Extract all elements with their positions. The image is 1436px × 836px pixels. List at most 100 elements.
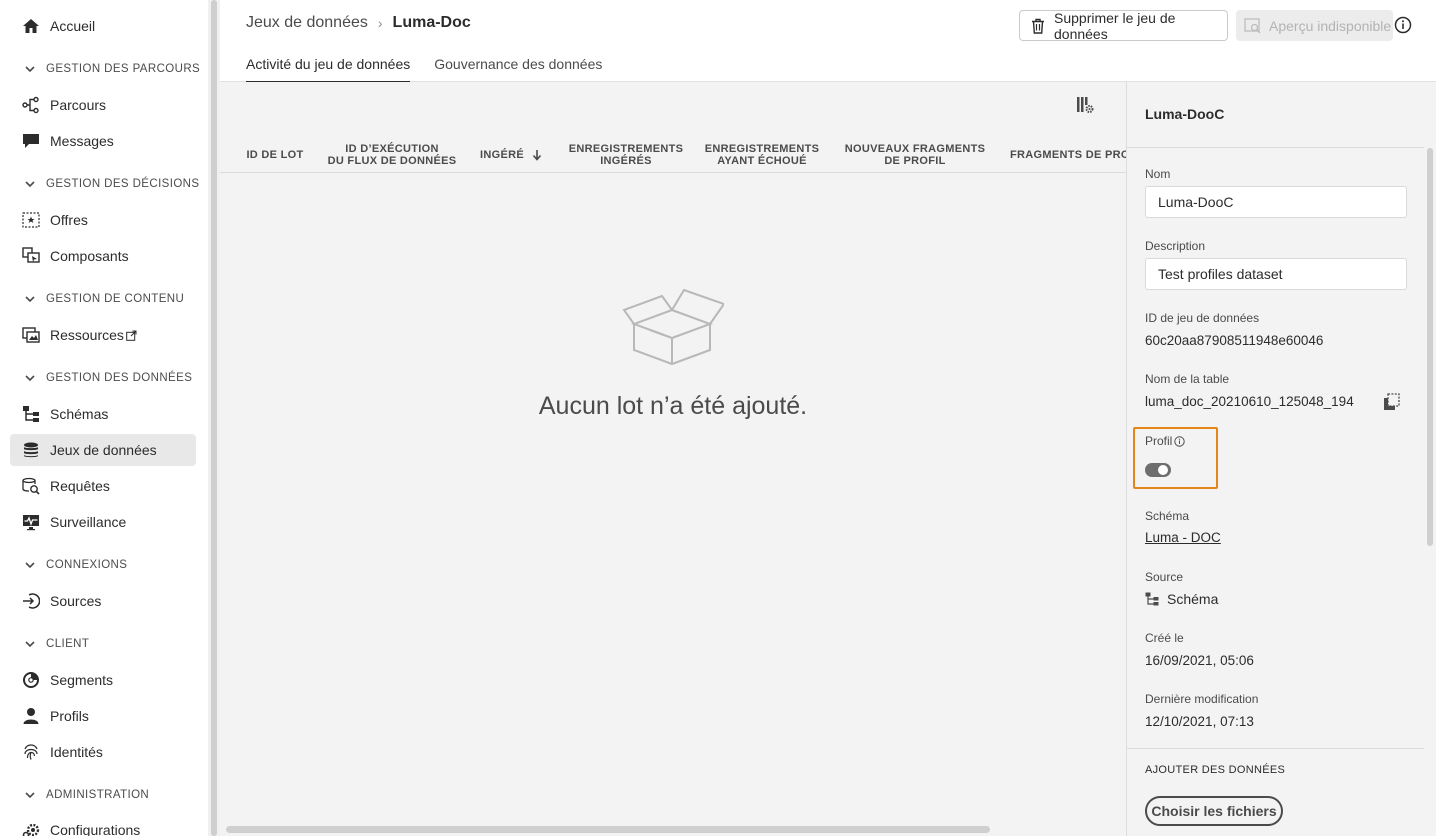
sidebar-item-label: Offres xyxy=(50,212,88,228)
column-header-run-id[interactable]: ID D’EXÉCUTION DU FLUX DE DONNÉES xyxy=(327,138,457,172)
delete-dataset-label: Supprimer le jeu de données xyxy=(1054,9,1176,42)
sidebar-item-label: Composants xyxy=(50,248,129,264)
sidebar-item-label: Sources xyxy=(50,593,102,609)
dataset-properties-panel: Luma-DooC Nom Luma-DooC Description Test… xyxy=(1126,82,1425,836)
name-field[interactable]: Luma-DooC xyxy=(1145,186,1407,218)
monitoring-icon xyxy=(22,513,40,531)
sidebar-item-messages[interactable]: Messages xyxy=(10,125,196,157)
column-header-label: DU FLUX DE DONNÉES xyxy=(327,155,457,167)
user-icon xyxy=(22,707,40,725)
column-header-label: FRAGMENTS DE PROF xyxy=(1010,149,1126,161)
breadcrumb-parent[interactable]: Jeux de données xyxy=(246,14,368,32)
column-header-label: ENREGISTREMENTS xyxy=(704,143,820,155)
column-header-records-failed[interactable]: ENREGISTREMENTS AYANT ÉCHOUÉ xyxy=(700,138,824,172)
chevron-down-icon xyxy=(24,63,36,75)
dataset-id-value: 60c20aa87908511948e60046 xyxy=(1145,333,1324,348)
external-link-icon xyxy=(126,330,137,341)
sidebar-item-label: Requêtes xyxy=(50,478,110,494)
created-label: Créé le xyxy=(1145,631,1184,645)
section-gestion-de-contenu[interactable]: GESTION DE CONTENU xyxy=(24,289,184,309)
scrollbar-thumb[interactable] xyxy=(226,826,990,833)
section-gestion-des-donnees[interactable]: GESTION DES DONNÉES xyxy=(24,368,192,388)
panel-title: Luma-DooC xyxy=(1145,106,1225,122)
column-header-label: NOUVEAUX FRAGMENTS xyxy=(844,143,986,155)
preview-button: Aperçu indisponible xyxy=(1236,10,1393,41)
sidebar-item-label: Configurations xyxy=(50,822,141,836)
column-settings-icon[interactable] xyxy=(1076,96,1094,114)
section-gestion-des-decisions[interactable]: GESTION DES DÉCISIONS xyxy=(24,174,199,194)
sidebar-item-identites[interactable]: Identités xyxy=(10,736,196,768)
sources-icon xyxy=(22,592,40,610)
column-header-label: INGÉRÉS xyxy=(600,155,652,167)
choose-files-button[interactable]: Choisir les fichiers xyxy=(1145,796,1283,826)
section-client[interactable]: CLIENT xyxy=(24,634,89,654)
sidebar-item-configurations[interactable]: Configurations xyxy=(10,814,196,836)
sidebar-item-accueil[interactable]: Accueil xyxy=(10,10,196,42)
schema-label: Schéma xyxy=(1145,509,1190,523)
column-header-new-profile-fragments[interactable]: NOUVEAUX FRAGMENTS DE PROFIL xyxy=(842,138,988,172)
section-administration[interactable]: ADMINISTRATION xyxy=(24,785,149,805)
preview-icon xyxy=(1244,17,1262,35)
sidebar-item-segments[interactable]: Segments xyxy=(10,664,196,696)
tab-activite-du-jeu-de-donnees[interactable]: Activité du jeu de données xyxy=(246,56,411,83)
modified-label: Dernière modification xyxy=(1145,692,1259,706)
sidebar-scrollbar[interactable] xyxy=(208,0,220,836)
panel-scrollbar[interactable] xyxy=(1424,82,1436,836)
sidebar-item-offres[interactable]: Offres xyxy=(10,204,196,236)
sidebar-item-label: Parcours xyxy=(50,97,107,113)
column-header-batch-id[interactable]: ID DE LOT xyxy=(242,138,308,172)
chevron-down-icon xyxy=(24,638,36,650)
add-data-title: AJOUTER DES DONNÉES xyxy=(1145,764,1286,776)
description-field[interactable]: Test profiles dataset xyxy=(1145,258,1407,290)
chevron-down-icon xyxy=(24,559,36,571)
scrollbar-thumb[interactable] xyxy=(211,0,217,836)
database-icon xyxy=(22,441,40,459)
info-icon[interactable] xyxy=(1174,435,1186,447)
sidebar-item-requetes[interactable]: Requêtes xyxy=(10,470,196,502)
sidebar-item-ressources[interactable]: Ressources xyxy=(10,319,196,351)
scrollbar-thumb[interactable] xyxy=(1427,148,1433,546)
copy-icon[interactable] xyxy=(1383,393,1401,411)
query-icon xyxy=(22,477,40,495)
breadcrumb-separator-icon: › xyxy=(377,15,383,31)
sidebar-item-profils[interactable]: Profils xyxy=(10,700,196,732)
section-label: CONNEXIONS xyxy=(46,559,128,571)
created-value: 16/09/2021, 05:06 xyxy=(1145,653,1254,668)
batch-table-area: ID DE LOT ID D’EXÉCUTION DU FLUX DE DONN… xyxy=(220,82,1126,836)
sidebar-item-schemas[interactable]: Schémas xyxy=(10,398,196,430)
column-header-label: INGÉRÉ xyxy=(480,149,524,161)
sort-descending-icon xyxy=(532,149,542,161)
breadcrumb-current: Luma-Doc xyxy=(392,14,471,31)
sidebar-item-composants[interactable]: Composants xyxy=(10,240,196,272)
section-connexions[interactable]: CONNEXIONS xyxy=(24,555,127,575)
sidebar-item-label: Profils xyxy=(50,708,89,724)
column-header-profile-fragments[interactable]: FRAGMENTS DE PROF xyxy=(1010,138,1126,172)
sidebar-item-label: Surveillance xyxy=(50,514,127,530)
schema-link[interactable]: Luma - DOC xyxy=(1145,530,1221,545)
sidebar-item-label: Jeux de données xyxy=(50,442,157,458)
tab-gouvernance-des-donnees[interactable]: Gouvernance des données xyxy=(434,56,602,83)
horizontal-scrollbar[interactable] xyxy=(220,822,1126,836)
column-header-label: DE PROFIL xyxy=(884,155,946,167)
empty-state-message: Aucun lot n’a été ajouté. xyxy=(538,392,808,420)
sidebar-item-sources[interactable]: Sources xyxy=(10,585,196,617)
sidebar-item-label: Schémas xyxy=(50,406,109,422)
chevron-down-icon xyxy=(24,372,36,384)
info-icon[interactable] xyxy=(1394,16,1412,34)
sidebar-item-label: Accueil xyxy=(50,18,96,34)
column-header-label: AYANT ÉCHOUÉ xyxy=(717,155,807,167)
column-header-ingested[interactable]: INGÉRÉ xyxy=(476,138,546,172)
sidebar-item-parcours[interactable]: Parcours xyxy=(10,89,196,121)
name-label: Nom xyxy=(1145,167,1171,181)
segment-icon xyxy=(22,671,40,689)
sidebar: Accueil GESTION DES PARCOURS Parcours Me… xyxy=(0,0,208,836)
delete-dataset-button[interactable]: Supprimer le jeu de données xyxy=(1019,9,1228,42)
tab-bar: Activité du jeu de données Gouvernance d… xyxy=(246,56,626,83)
sidebar-item-jeux-de-donnees[interactable]: Jeux de données xyxy=(10,434,196,466)
chevron-down-icon xyxy=(24,178,36,190)
section-gestion-des-parcours[interactable]: GESTION DES PARCOURS xyxy=(24,59,200,79)
divider xyxy=(1127,748,1425,749)
column-header-records-ingested[interactable]: ENREGISTREMENTS INGÉRÉS xyxy=(564,138,688,172)
profile-toggle[interactable] xyxy=(1145,463,1171,477)
sidebar-item-surveillance[interactable]: Surveillance xyxy=(10,506,196,538)
